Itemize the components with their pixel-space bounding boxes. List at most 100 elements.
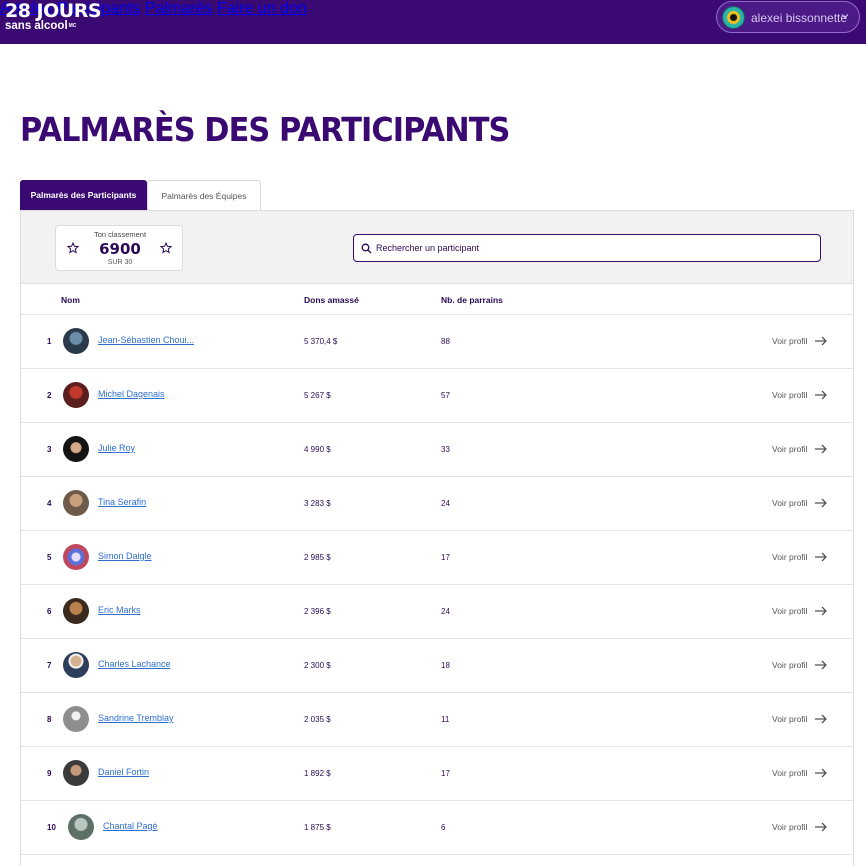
- star-icon: [67, 242, 79, 254]
- logo-subtitle: sans alcoolMC: [5, 20, 77, 32]
- rank-number: 2: [47, 391, 52, 400]
- participant-name-link[interactable]: Eric Marks: [98, 605, 141, 615]
- avatar: [68, 814, 94, 840]
- tab-participants[interactable]: Palmarès des Participants: [20, 180, 147, 210]
- avatar: [63, 652, 89, 678]
- tab-equipes[interactable]: Palmarès des Équipes: [147, 180, 261, 210]
- top-navigation-bar: 28 JOURS sans alcoolMC Articles Particip…: [0, 0, 866, 44]
- column-header-name: Nom: [61, 295, 80, 305]
- arrow-right-icon[interactable]: [814, 767, 828, 779]
- table-header: Nom Dons amassé Nb. de parrains: [21, 285, 853, 315]
- donations-amount: 5 267 $: [304, 391, 331, 400]
- rank-number: 5: [47, 553, 52, 562]
- page-title: PALMARÈS DES PARTICIPANTS: [20, 110, 510, 149]
- donations-amount: 2 300 $: [304, 661, 331, 670]
- arrow-right-icon[interactable]: [814, 389, 828, 401]
- sponsors-count: 88: [441, 337, 450, 346]
- logo-trademark: MC: [68, 23, 77, 29]
- column-header-sponsors: Nb. de parrains: [441, 295, 503, 305]
- view-profile-link[interactable]: Voir profil: [772, 714, 807, 724]
- donations-amount: 2 396 $: [304, 607, 331, 616]
- avatar: [63, 706, 89, 732]
- user-menu-button[interactable]: alexei bissonnette: [716, 1, 860, 33]
- donations-amount: 5 370,4 $: [304, 337, 338, 346]
- avatar: [63, 598, 89, 624]
- participant-name-link[interactable]: Charles Lachance: [98, 659, 171, 669]
- avatar: [63, 544, 89, 570]
- participant-name-link[interactable]: Julie Roy: [98, 443, 135, 453]
- rank-number: 6: [47, 607, 52, 616]
- leaderboard-panel: Ton classement 6900 SUR 30 Nom Dons amas…: [20, 210, 854, 866]
- table-row: 2 Michel Dagenais 5 267 $ 57 Voir profil: [21, 369, 853, 423]
- arrow-right-icon[interactable]: [814, 443, 828, 455]
- donations-amount: 4 990 $: [304, 445, 331, 454]
- view-profile-link[interactable]: Voir profil: [772, 390, 807, 400]
- arrow-right-icon[interactable]: [814, 821, 828, 833]
- participant-name-link[interactable]: Chantal Pagé: [103, 821, 158, 831]
- view-profile-link[interactable]: Voir profil: [772, 822, 807, 832]
- arrow-right-icon[interactable]: [814, 551, 828, 563]
- participant-name-link[interactable]: Daniel Fortin: [98, 767, 149, 777]
- table-row: 9 Daniel Fortin 1 892 $ 17 Voir profil: [21, 747, 853, 801]
- arrow-right-icon[interactable]: [814, 335, 828, 347]
- participant-name-link[interactable]: Sandrine Tremblay: [98, 713, 174, 723]
- view-profile-link[interactable]: Voir profil: [772, 660, 807, 670]
- table-row: 6 Eric Marks 2 396 $ 24 Voir profil: [21, 585, 853, 639]
- my-ranking-card: Ton classement 6900 SUR 30: [55, 225, 183, 271]
- view-profile-link[interactable]: Voir profil: [772, 552, 807, 562]
- ranking-total: SUR 30: [107, 259, 133, 266]
- view-profile-link[interactable]: Voir profil: [772, 768, 807, 778]
- rank-number: 10: [47, 823, 56, 832]
- avatar: [63, 328, 89, 354]
- avatar: [63, 382, 89, 408]
- table-row: 3 Julie Roy 4 990 $ 33 Voir profil: [21, 423, 853, 477]
- arrow-right-icon[interactable]: [814, 605, 828, 617]
- rank-number: 7: [47, 661, 52, 670]
- avatar: [63, 436, 89, 462]
- column-header-donations: Dons amassé: [304, 295, 359, 305]
- avatar: [63, 760, 89, 786]
- site-logo[interactable]: 28 JOURS sans alcoolMC: [5, 0, 102, 32]
- arrow-right-icon[interactable]: [814, 659, 828, 671]
- table-row: 1 Jean-Sébastien Choui... 5 370,4 $ 88 Voir …: [21, 315, 853, 369]
- search-icon: [361, 243, 372, 254]
- participant-name-link[interactable]: Tina Serafin: [98, 497, 146, 507]
- arrow-right-icon[interactable]: [814, 497, 828, 509]
- chevron-down-icon: [841, 14, 849, 19]
- ranking-label: Ton classement: [93, 230, 147, 239]
- avatar: [722, 6, 745, 29]
- rank-number: 8: [47, 715, 52, 724]
- view-profile-link[interactable]: Voir profil: [772, 498, 807, 508]
- donations-amount: 3 283 $: [304, 499, 331, 508]
- view-profile-link[interactable]: Voir profil: [772, 606, 807, 616]
- table-row: 10 Chantal Pagé 1 875 $ 6 Voir profil: [21, 801, 853, 855]
- donations-amount: 2 035 $: [304, 715, 331, 724]
- nav-faire-un-don[interactable]: Faire un don: [217, 0, 307, 17]
- donations-amount: 2 985 $: [304, 553, 331, 562]
- rank-number: 9: [47, 769, 52, 778]
- user-name: alexei bissonnette: [751, 11, 848, 25]
- search-input[interactable]: [376, 240, 796, 256]
- participant-name-link[interactable]: Jean-Sébastien Choui...: [98, 335, 194, 345]
- arrow-right-icon[interactable]: [814, 713, 828, 725]
- sponsors-count: 24: [441, 607, 450, 616]
- sponsors-count: 6: [441, 823, 446, 832]
- nav-palmares[interactable]: Palmarès: [145, 0, 213, 17]
- donations-amount: 1 875 $: [304, 823, 331, 832]
- sponsors-count: 18: [441, 661, 450, 670]
- sponsors-count: 24: [441, 499, 450, 508]
- participant-name-link[interactable]: Michel Dagenais: [98, 389, 165, 399]
- sponsors-count: 11: [441, 715, 450, 724]
- rank-number: 3: [47, 445, 52, 454]
- view-profile-link[interactable]: Voir profil: [772, 444, 807, 454]
- table-row: 7 Charles Lachance 2 300 $ 18 Voir profil: [21, 639, 853, 693]
- avatar: [63, 490, 89, 516]
- rank-number: 4: [47, 499, 52, 508]
- search-box: [353, 234, 821, 262]
- participant-name-link[interactable]: Simon Daigle: [98, 551, 152, 561]
- sponsors-count: 57: [441, 391, 450, 400]
- view-profile-link[interactable]: Voir profil: [772, 336, 807, 346]
- logo-title: 28 JOURS: [5, 0, 102, 22]
- donations-amount: 1 892 $: [304, 769, 331, 778]
- table-row: 8 Sandrine Tremblay 2 035 $ 11 Voir profil: [21, 693, 853, 747]
